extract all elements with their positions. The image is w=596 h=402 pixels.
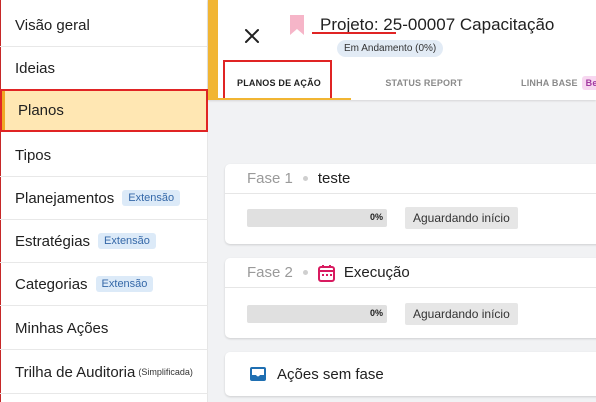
calendar-icon	[317, 264, 335, 282]
close-icon[interactable]	[241, 25, 263, 47]
extension-badge: Extensão	[122, 190, 181, 206]
sidebar-item-categorias[interactable]: Categorias Extensão	[0, 263, 208, 306]
sidebar-item-label: Estratégias	[15, 232, 91, 250]
sidebar-item-label: Tipos	[15, 146, 52, 164]
header-accent-bar	[208, 0, 218, 100]
phase-label: Fase 1	[247, 170, 293, 187]
sidebar-item-estrategias[interactable]: Estratégias Extensão	[0, 220, 208, 263]
sidebar-item-planejamentos[interactable]: Planejamentos Extensão	[0, 177, 208, 220]
sidebar-item-ideias[interactable]: Ideias	[0, 47, 208, 90]
title-highlight-underline	[312, 32, 396, 34]
progress-text: 0%	[369, 308, 383, 318]
inbox-icon	[249, 366, 267, 382]
status-badge: Em Andamento (0%)	[337, 40, 444, 57]
extension-badge: Extensão	[95, 276, 154, 292]
progress-bar: 0%	[247, 209, 387, 227]
sidebar-item-label: Planos	[18, 102, 64, 119]
sidebar-item-label: Categorias	[15, 275, 88, 293]
progress-bar: 0%	[247, 305, 387, 323]
phase-label: Fase 2	[247, 264, 293, 281]
tab-status-report[interactable]: STATUS REPORT	[376, 66, 472, 100]
sidebar-item-visao-geral[interactable]: Visão geral	[0, 4, 208, 47]
sidebar-item-label: Planejamentos	[15, 189, 115, 207]
phase-header[interactable]: Fase 2 Execução	[225, 258, 596, 288]
extension-badge: Extensão	[98, 233, 156, 249]
phase-header[interactable]: Fase 1 teste	[225, 164, 596, 194]
progress-text: 0%	[369, 212, 383, 222]
sidebar-item-label: Minhas Ações	[15, 319, 109, 337]
phase-name: Execução	[343, 264, 410, 281]
sidebar-item-suffix: (Simplificada)	[138, 367, 193, 377]
phase-card: Fase 2 Execução 0% Aguardando início	[225, 258, 596, 338]
phase-status-button[interactable]: Aguardando início	[405, 207, 518, 229]
sidebar-item-planos[interactable]: Planos	[0, 89, 208, 132]
tab-label: LINHA BASE	[521, 78, 578, 88]
separator-dot	[302, 176, 308, 181]
tab-planos-de-acao[interactable]: PLANOS DE AÇÃO	[230, 66, 328, 100]
beta-badge: Be	[581, 76, 596, 90]
no-phase-label: Ações sem fase	[277, 365, 384, 383]
bookmark-icon[interactable]	[288, 14, 306, 36]
sidebar-item-label: Trilha de Auditoria	[15, 363, 136, 381]
sidebar: Visão geral Ideias Planos Tipos Planejam…	[0, 0, 208, 402]
sidebar-item-tipos[interactable]: Tipos	[0, 134, 208, 177]
active-tab-indicator	[218, 98, 351, 100]
sidebar-item-label: Ideias	[15, 59, 56, 77]
phase-status-button[interactable]: Aguardando início	[405, 303, 518, 325]
project-header: Projeto: 25-00007 Capacitação Em Andamen…	[208, 0, 596, 100]
main-panel: Projeto: 25-00007 Capacitação Em Andamen…	[208, 0, 596, 402]
tab-linha-base[interactable]: LINHA BASE Be	[521, 66, 596, 100]
phase-card: Fase 1 teste 0% Aguardando início	[225, 164, 596, 244]
phase-name: teste	[317, 170, 351, 187]
tab-label: PLANOS DE AÇÃO	[237, 78, 321, 88]
no-phase-actions[interactable]: Ações sem fase	[225, 352, 596, 396]
separator-dot	[302, 270, 308, 275]
sidebar-item-minhas-acoes[interactable]: Minhas Ações	[0, 307, 208, 350]
sidebar-item-trilha-auditoria[interactable]: Trilha de Auditoria (Simplificada)	[0, 351, 208, 394]
sidebar-item-label: Visão geral	[15, 16, 90, 34]
tab-label: STATUS REPORT	[385, 78, 463, 88]
